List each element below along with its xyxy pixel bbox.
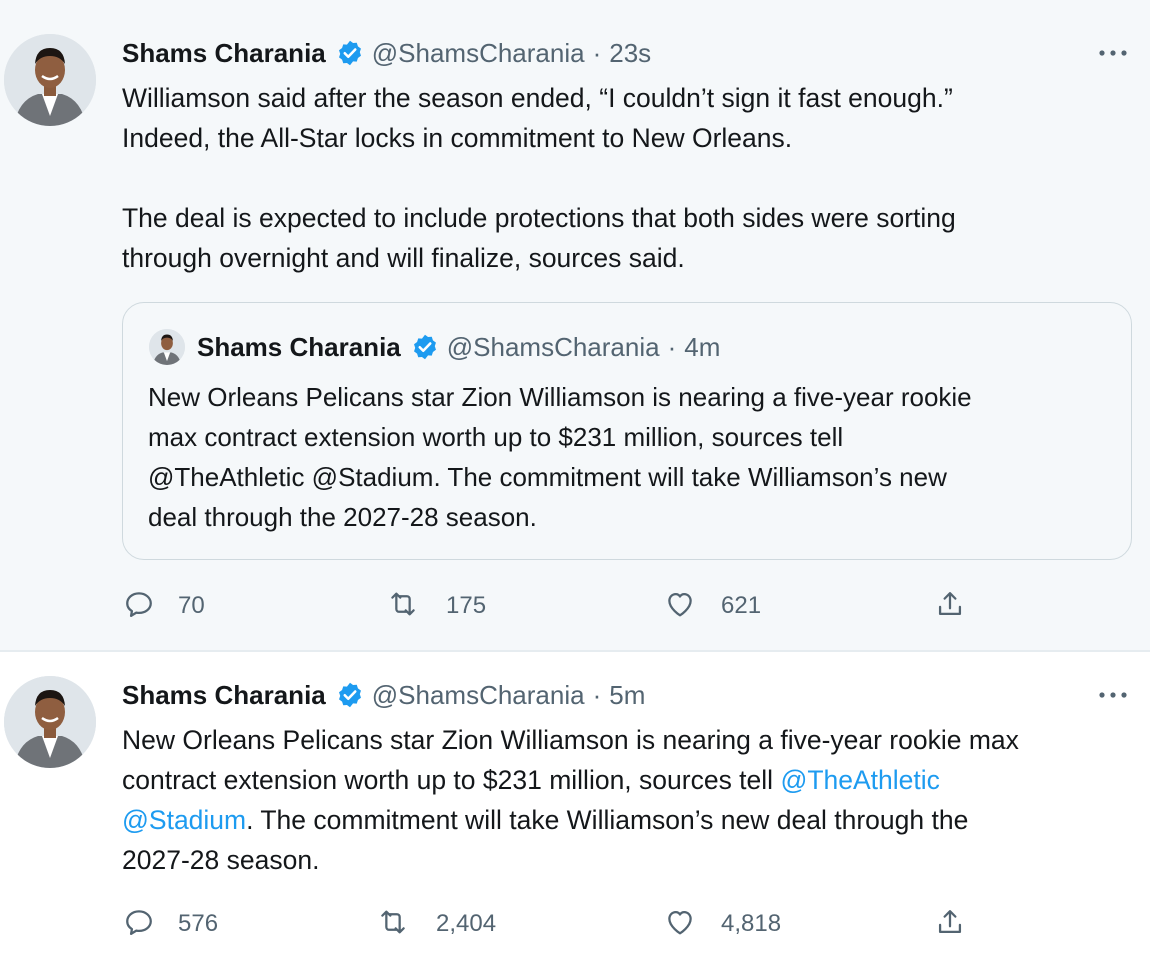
reply-count: 70 [178, 592, 205, 619]
tweet-text-span: . The commitment will take Williamson’s … [246, 805, 969, 835]
reply-icon [122, 905, 156, 944]
reply-icon [122, 587, 156, 626]
like-icon [663, 905, 697, 944]
share-button[interactable] [933, 586, 967, 626]
tweet-timestamp[interactable]: 23s [609, 38, 651, 69]
retweet-icon [386, 587, 420, 626]
retweet-count: 2,404 [436, 910, 497, 937]
like-button[interactable]: 621 [663, 586, 761, 626]
tweet-header: Shams Charania @ShamsCharania · 23s [122, 33, 651, 73]
tweet-line: Williamson said after the season ended, … [122, 83, 953, 113]
tweet-text: New Orleans Pelicans star Zion Williamso… [122, 720, 1132, 880]
mention-link-theathletic[interactable]: @TheAthletic [780, 765, 939, 795]
verified-badge-icon [336, 39, 364, 67]
author-handle[interactable]: @ShamsCharania [372, 680, 585, 711]
quoted-author-avatar [149, 329, 185, 365]
like-button[interactable]: 4,818 [663, 904, 781, 944]
reply-button[interactable]: 576 [122, 904, 218, 944]
separator-dot: · [592, 679, 602, 710]
tweet-line: @Stadium. The commitment will take Willi… [122, 800, 1132, 840]
quoted-author-handle: @ShamsCharania [446, 331, 660, 362]
tweet-1[interactable]: Shams Charania @ShamsCharania · 23s Will… [0, 0, 1150, 650]
tweet-header: Shams Charania @ShamsCharania · 5m [122, 675, 645, 715]
tweet-line: contract extension worth up to $231 mill… [122, 760, 1132, 800]
quoted-author-name: Shams Charania [197, 331, 401, 362]
tweet-2[interactable]: Shams Charania @ShamsCharania · 5m New O… [0, 652, 1150, 960]
tweet-text: Williamson said after the season ended, … [122, 78, 1132, 278]
quoted-line: deal through the 2027-28 season. [148, 502, 537, 532]
tweet-text-span: contract extension worth up to $231 mill… [122, 765, 781, 795]
separator-dot: · [667, 331, 677, 362]
tweet-line: through overnight and will finalize, sou… [122, 243, 685, 273]
author-name[interactable]: Shams Charania [122, 38, 326, 69]
quoted-timestamp: 4m [684, 331, 721, 362]
quoted-line: New Orleans Pelicans star Zion Williamso… [148, 382, 972, 412]
more-options-icon[interactable] [1096, 43, 1130, 63]
author-handle[interactable]: @ShamsCharania [372, 38, 585, 69]
like-count: 4,818 [721, 910, 782, 937]
retweet-button[interactable]: 2,404 [376, 904, 496, 944]
like-icon [663, 587, 697, 626]
author-avatar[interactable] [4, 34, 96, 126]
tweet-actions: 70 175 621 [122, 586, 1022, 626]
reply-count: 576 [178, 910, 219, 937]
tweet-line: The deal is expected to include protecti… [122, 203, 956, 233]
share-button[interactable] [933, 904, 967, 944]
retweet-icon [376, 905, 410, 944]
tweet-actions: 576 2,404 4,818 [122, 904, 1022, 944]
like-count: 621 [721, 592, 762, 619]
retweet-count: 175 [446, 592, 487, 619]
quoted-header: Shams Charania @ShamsCharania · 4m [197, 327, 720, 367]
quoted-text: New Orleans Pelicans star Zion Williamso… [148, 377, 1108, 537]
more-options-icon[interactable] [1096, 685, 1130, 705]
quoted-tweet[interactable]: Shams Charania @ShamsCharania · 4m New O… [122, 302, 1132, 560]
tweet-line: New Orleans Pelicans star Zion Williamso… [122, 725, 1019, 755]
quoted-line: @TheAthletic @Stadium. The commitment wi… [148, 462, 947, 492]
retweet-button[interactable]: 175 [386, 586, 486, 626]
author-avatar[interactable] [4, 676, 96, 768]
tweet-line: Indeed, the All-Star locks in commitment… [122, 123, 793, 153]
separator-dot: · [592, 37, 602, 68]
verified-badge-icon [411, 333, 439, 361]
tweet-line: 2027-28 season. [122, 845, 320, 875]
mention-link-stadium[interactable]: @Stadium [122, 805, 246, 835]
author-name[interactable]: Shams Charania [122, 680, 326, 711]
tweet-timestamp[interactable]: 5m [609, 680, 645, 711]
share-icon [933, 587, 967, 626]
share-icon [933, 905, 967, 944]
verified-badge-icon [336, 681, 364, 709]
reply-button[interactable]: 70 [122, 586, 205, 626]
quoted-line: max contract extension worth up to $231 … [148, 422, 844, 452]
